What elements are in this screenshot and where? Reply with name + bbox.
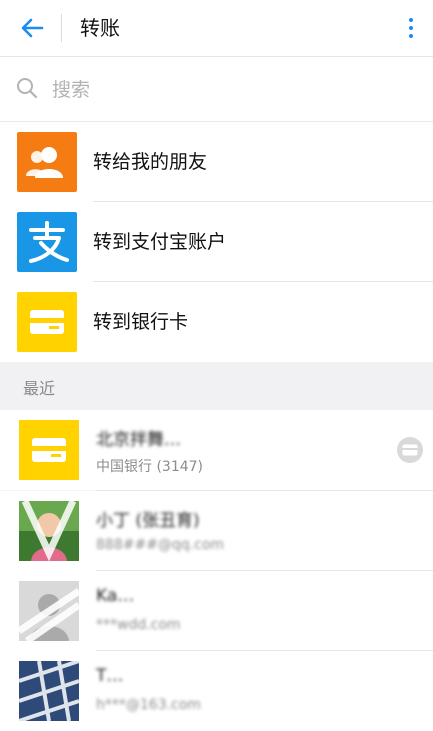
- recent-name: 小丁 (张丑育): [96, 511, 200, 531]
- recent-name: Ka…: [96, 586, 135, 606]
- recent-label: 最近: [23, 379, 56, 398]
- menu-label: 转到银行卡: [93, 311, 189, 333]
- recent-item[interactable]: T… h***@163.com: [0, 651, 433, 731]
- search-bar: [0, 57, 433, 122]
- transfer-to-friends[interactable]: 转给我的朋友: [0, 122, 433, 202]
- transfer-to-alipay[interactable]: 转到支付宝账户: [0, 202, 433, 282]
- bank-card-icon: [17, 292, 77, 352]
- recent-account: ***wdd.com: [96, 617, 181, 633]
- search-icon: [17, 78, 38, 99]
- bank-badge-icon: [397, 437, 423, 463]
- avatar: [19, 661, 79, 721]
- recent-name: 北京拌舞…: [96, 430, 181, 450]
- more-dots-icon: [409, 18, 413, 22]
- bank-card-icon: [19, 420, 79, 480]
- recent-account: 888###@qq.com: [96, 537, 225, 553]
- recent-name: T…: [96, 666, 124, 686]
- menu-label: 转到支付宝账户: [93, 231, 227, 253]
- recent-account: 中国银行 (3147): [96, 459, 204, 475]
- avatar: [19, 581, 79, 641]
- avatar: [19, 501, 79, 561]
- search-input[interactable]: [50, 75, 414, 105]
- recent-item[interactable]: Ka… ***wdd.com: [0, 571, 433, 651]
- recent-section-header: 最近: [0, 362, 433, 410]
- back-arrow-icon: [21, 18, 44, 38]
- friends-icon: [17, 132, 77, 192]
- header-divider: [61, 14, 62, 42]
- transfer-to-bank-card[interactable]: 转到银行卡: [0, 282, 433, 362]
- back-button[interactable]: [14, 12, 50, 44]
- recent-item[interactable]: 北京拌舞… 中国银行 (3147): [0, 410, 433, 490]
- more-menu-button[interactable]: [397, 12, 425, 44]
- menu-label: 转给我的朋友: [93, 151, 208, 173]
- recent-item[interactable]: 小丁 (张丑育) 888###@qq.com: [0, 491, 433, 571]
- alipay-icon: [17, 212, 77, 272]
- page-title: 转账: [80, 16, 120, 40]
- app-header: 转账: [0, 0, 433, 57]
- recent-account: h***@163.com: [96, 697, 201, 713]
